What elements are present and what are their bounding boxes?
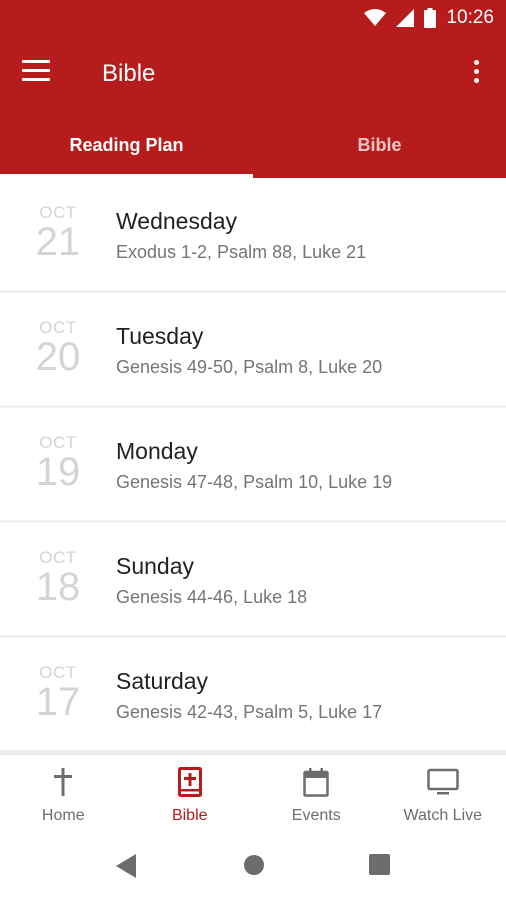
overflow-menu-icon[interactable]: [466, 60, 486, 88]
reading-weekday: Saturday: [116, 668, 209, 694]
list-item[interactable]: OCT 18 Sunday Genesis 44-46, Luke 18: [0, 523, 506, 635]
nav-item-events[interactable]: Events: [253, 755, 380, 832]
date-block: OCT 19: [28, 434, 88, 494]
list-item[interactable]: OCT 21 Wednesday Exodus 1-2, Psalm 88, L…: [0, 178, 506, 290]
tab-bible[interactable]: Bible: [253, 112, 506, 178]
nav-item-watch-live[interactable]: Watch Live: [380, 755, 506, 832]
app-bar: Bible: [0, 36, 506, 112]
calendar-icon: [303, 768, 329, 797]
date-block: OCT 18: [28, 549, 88, 609]
status-time: 10:26: [446, 7, 494, 28]
list-item[interactable]: OCT 19 Monday Genesis 47-48, Psalm 10, L…: [0, 408, 506, 520]
cross-icon: [54, 768, 73, 796]
date-block: OCT 17: [28, 664, 88, 724]
nav-label-bible: Bible: [171, 807, 208, 824]
nav-label-events: Events: [291, 807, 341, 824]
date-day: 17: [35, 680, 81, 724]
status-bar: 10:26: [0, 0, 506, 36]
recents-square-icon[interactable]: [369, 854, 390, 875]
page-title: Bible: [102, 60, 156, 87]
signal-icon: [396, 9, 415, 27]
tab-bar: Reading Plan Bible: [0, 112, 506, 178]
reading-passages: Exodus 1-2, Psalm 88, Luke 21: [116, 242, 367, 262]
nav-label-home: Home: [41, 807, 85, 824]
battery-icon: [424, 8, 437, 28]
date-day: 18: [35, 565, 81, 609]
nav-item-home[interactable]: Home: [0, 755, 127, 832]
reading-passages: Genesis 42-43, Psalm 5, Luke 17: [116, 702, 383, 722]
reading-passages: Genesis 49-50, Psalm 8, Luke 20: [116, 357, 383, 377]
reading-weekday: Tuesday: [116, 323, 204, 349]
tab-reading-plan[interactable]: Reading Plan: [0, 112, 253, 178]
date-block: OCT 21: [28, 204, 88, 264]
tv-icon: [427, 768, 459, 795]
system-navigation-bar: [0, 832, 506, 900]
list-item[interactable]: OCT 20 Tuesday Genesis 49-50, Psalm 8, L…: [0, 293, 506, 405]
reading-weekday: Monday: [116, 438, 198, 464]
reading-weekday: Sunday: [116, 553, 195, 579]
date-day: 20: [35, 335, 81, 379]
back-icon[interactable]: [116, 854, 136, 878]
nav-item-bible[interactable]: Bible: [127, 755, 254, 832]
reading-plan-list: OCT 21 Wednesday Exodus 1-2, Psalm 88, L…: [0, 178, 506, 754]
reading-passages: Genesis 44-46, Luke 18: [116, 587, 308, 607]
date-day: 21: [35, 220, 81, 264]
date-block: OCT 20: [28, 319, 88, 379]
menu-icon[interactable]: [22, 60, 54, 88]
bottom-navigation: Home Bible Events Watch Live: [0, 754, 506, 832]
reading-passages: Genesis 47-48, Psalm 10, Luke 19: [116, 472, 393, 492]
status-icons: 10:26: [364, 7, 494, 29]
nav-label-watch-live: Watch Live: [403, 807, 483, 824]
wifi-icon: [364, 9, 387, 26]
home-circle-icon[interactable]: [243, 854, 265, 876]
date-day: 19: [35, 450, 81, 494]
reading-weekday: Wednesday: [116, 208, 238, 234]
list-item[interactable]: OCT 17 Saturday Genesis 42-43, Psalm 5, …: [0, 638, 506, 750]
bible-icon: [177, 767, 202, 797]
